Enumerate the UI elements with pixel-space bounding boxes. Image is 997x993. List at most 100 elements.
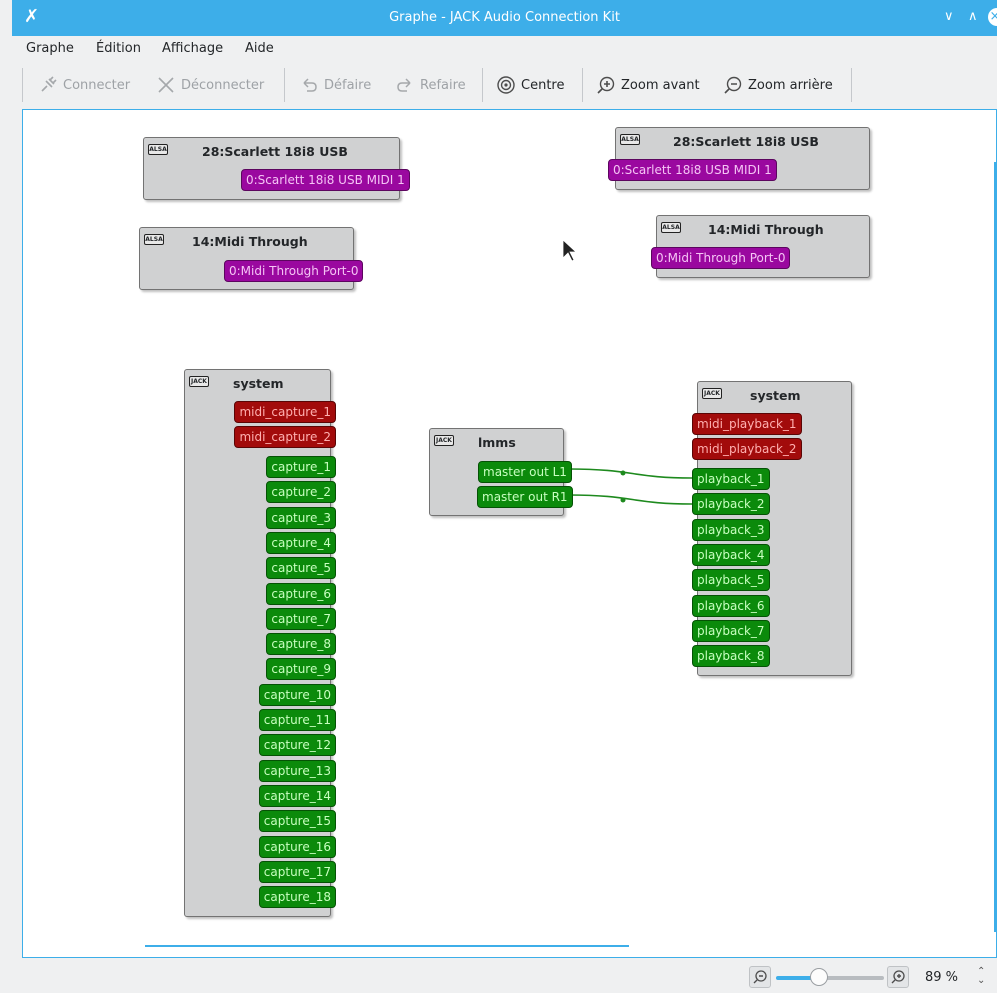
port-capture[interactable]: capture_3: [266, 506, 336, 529]
connect-button[interactable]: Connecter: [38, 74, 130, 96]
port-midi-capture[interactable]: midi_capture_2: [234, 426, 336, 449]
toolbar-handle[interactable]: [22, 68, 23, 102]
node-title: 28:Scarlett 18i8 USB: [202, 144, 348, 159]
port-capture[interactable]: capture_15: [258, 810, 336, 833]
port-scarlett-midi[interactable]: 0:Scarlett 18i8 USB MIDI 1: [608, 159, 777, 181]
wire-master-out-r1-to-playback-2: [568, 494, 693, 505]
node-title: 14:Midi Through: [192, 234, 308, 249]
port-capture[interactable]: capture_4: [266, 531, 336, 554]
menu-bar: Graphe Édition Affichage Aide: [12, 36, 997, 62]
node-title: system: [233, 376, 284, 391]
center-icon: [497, 76, 515, 94]
port-playback[interactable]: playback_4: [692, 543, 770, 566]
disconnect-button[interactable]: Déconnecter: [156, 74, 264, 96]
port-playback[interactable]: playback_6: [692, 594, 770, 617]
port-capture[interactable]: capture_7: [266, 607, 336, 630]
zoom-slider-track[interactable]: [819, 976, 884, 980]
menu-graphe[interactable]: Graphe: [26, 41, 74, 56]
undo-button[interactable]: Défaire: [299, 74, 371, 96]
port-playback[interactable]: playback_3: [692, 518, 770, 541]
alsa-icon: ALSA: [661, 222, 681, 233]
port-playback[interactable]: playback_1: [692, 468, 770, 490]
maximize-button[interactable]: ∧: [968, 9, 978, 24]
zoom-in-button[interactable]: Zoom avant: [596, 74, 700, 96]
toolbar-separator: [851, 68, 852, 102]
toolbar: Connecter Déconnecter Défaire Refaire Ce…: [12, 62, 997, 104]
port-capture[interactable]: capture_18: [258, 886, 336, 909]
jack-icon: JACK: [189, 376, 209, 387]
toolbar-separator: [482, 68, 483, 102]
horizontal-scrollbar[interactable]: [145, 945, 629, 947]
port-capture[interactable]: capture_6: [266, 582, 336, 605]
menu-aide[interactable]: Aide: [245, 41, 274, 56]
zoom-out-icon: [753, 970, 767, 984]
plug-icon: [41, 76, 57, 92]
zoom-out-icon: [724, 76, 742, 94]
port-midi-playback[interactable]: midi_playback_1: [692, 413, 802, 435]
graph-canvas[interactable]: ALSA 28:Scarlett 18i8 USB 0:Scarlett 18i…: [22, 109, 997, 958]
redo-icon: [397, 78, 411, 92]
zoom-out-button[interactable]: Zoom arrière: [723, 74, 833, 96]
mouse-cursor-icon: [562, 239, 578, 262]
port-capture[interactable]: capture_9: [266, 658, 336, 681]
port-midi-playback[interactable]: midi_playback_2: [692, 438, 802, 461]
status-bar: 89 % ⌃ ⌄: [12, 962, 997, 993]
zoom-in-small-button[interactable]: [887, 966, 909, 988]
zoom-value: 89 %: [925, 970, 959, 985]
toolbar-separator: [284, 68, 285, 102]
port-playback[interactable]: playback_8: [692, 645, 770, 668]
node-lmms[interactable]: JACK lmms master out L1 master out R1: [429, 428, 573, 516]
wire-joint: [620, 470, 626, 476]
alsa-icon: ALSA: [148, 144, 168, 155]
vertical-scrollbar[interactable]: [994, 162, 996, 932]
port-capture[interactable]: capture_1: [266, 456, 336, 478]
port-playback[interactable]: playback_5: [692, 569, 770, 592]
node-title: 14:Midi Through: [708, 222, 824, 237]
port-capture[interactable]: capture_16: [258, 835, 336, 858]
port-midi-through[interactable]: 0:Midi Through Port-0: [651, 247, 791, 269]
wire-joint: [620, 497, 626, 503]
minimize-button[interactable]: ∨: [944, 9, 954, 24]
node-midi-through-right[interactable]: ALSA 14:Midi Through 0:Midi Through Port…: [651, 215, 870, 278]
center-button[interactable]: Centre: [496, 74, 564, 96]
zoom-in-icon: [597, 76, 615, 94]
menu-edition[interactable]: Édition: [96, 41, 141, 56]
node-title: 28:Scarlett 18i8 USB: [673, 134, 819, 149]
port-master-out-l1[interactable]: master out L1: [478, 461, 572, 483]
jack-icon: JACK: [434, 435, 454, 446]
port-capture[interactable]: capture_10: [258, 683, 336, 706]
port-capture[interactable]: capture_14: [258, 784, 336, 807]
zoom-out-small-button[interactable]: [749, 966, 771, 988]
title-bar: ✗ Graphe - JACK Audio Connection Kit ∨ ∧…: [12, 0, 997, 36]
port-capture[interactable]: capture_8: [266, 633, 336, 656]
port-capture[interactable]: capture_17: [258, 860, 336, 883]
node-midi-through-left[interactable]: ALSA 14:Midi Through 0:Midi Through Port…: [139, 227, 364, 290]
window-title: Graphe - JACK Audio Connection Kit: [389, 10, 620, 25]
port-capture[interactable]: capture_13: [258, 759, 336, 782]
redo-button[interactable]: Refaire: [395, 74, 466, 96]
close-button[interactable]: ×: [988, 8, 997, 26]
zoom-spinner-arrows[interactable]: ⌃ ⌄: [977, 967, 985, 986]
port-capture[interactable]: capture_2: [266, 481, 336, 504]
menu-affichage[interactable]: Affichage: [162, 41, 223, 56]
node-title: system: [750, 388, 801, 403]
port-capture[interactable]: capture_12: [258, 734, 336, 757]
node-title: lmms: [478, 435, 516, 450]
port-scarlett-midi[interactable]: 0:Scarlett 18i8 USB MIDI 1: [241, 169, 410, 191]
port-midi-capture[interactable]: midi_capture_1: [234, 401, 336, 423]
node-system-playback[interactable]: JACK system midi_playback_1 midi_playback…: [692, 381, 852, 676]
zoom-in-icon: [891, 970, 905, 984]
port-capture[interactable]: capture_5: [266, 557, 336, 580]
zoom-slider-handle[interactable]: [810, 968, 829, 986]
node-scarlett-alsa-left[interactable]: ALSA 28:Scarlett 18i8 USB 0:Scarlett 18i…: [143, 137, 410, 200]
alsa-icon: ALSA: [620, 134, 640, 145]
node-system-capture[interactable]: JACK system midi_capture_1 midi_capture_2…: [184, 369, 336, 917]
port-playback[interactable]: playback_7: [692, 619, 770, 642]
undo-icon: [303, 78, 317, 92]
port-master-out-r1[interactable]: master out R1: [477, 486, 573, 508]
port-capture[interactable]: capture_11: [258, 709, 336, 731]
port-playback[interactable]: playback_2: [692, 493, 770, 516]
port-midi-through[interactable]: 0:Midi Through Port-0: [224, 260, 364, 282]
jack-icon: JACK: [702, 388, 722, 399]
node-scarlett-alsa-right[interactable]: ALSA 28:Scarlett 18i8 USB 0:Scarlett 18i…: [608, 127, 870, 190]
